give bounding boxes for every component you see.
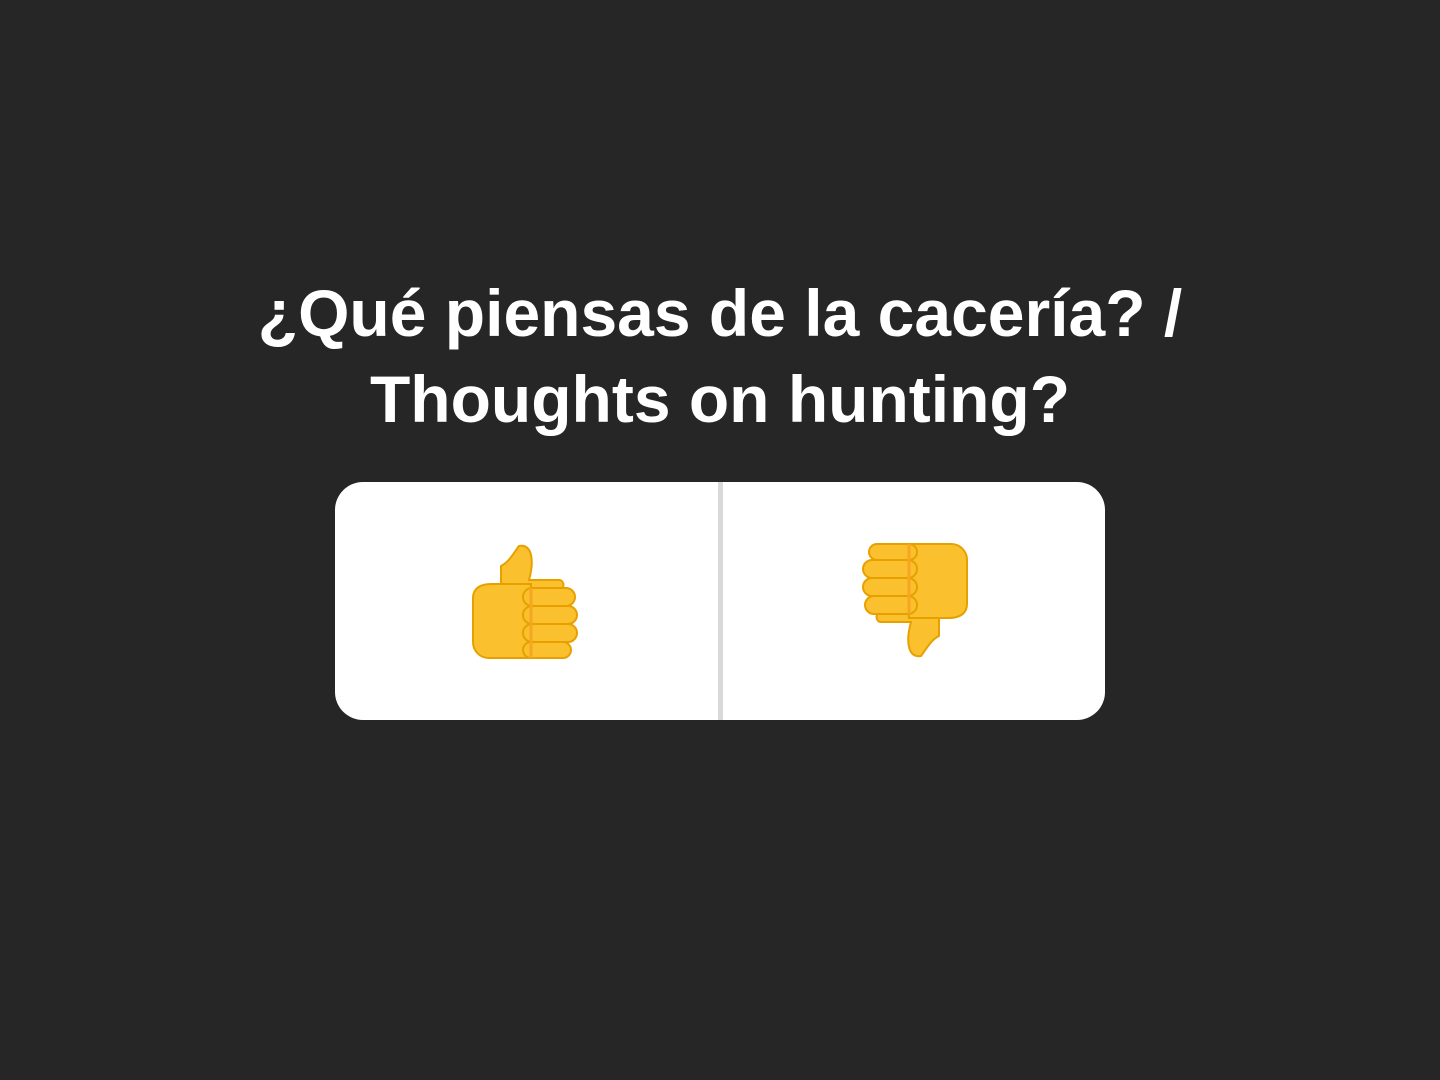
question-line-1: ¿Qué piensas de la cacería? / [257, 276, 1183, 350]
thumbs-up-icon [461, 536, 591, 666]
poll-option-thumbs-down[interactable] [723, 482, 1106, 720]
poll-card [335, 482, 1105, 720]
question-line-2: Thoughts on hunting? [369, 362, 1071, 436]
story-canvas: ¿Qué piensas de la cacería? / Thoughts o… [0, 0, 1440, 1080]
thumbs-down-icon [849, 536, 979, 666]
poll-question: ¿Qué piensas de la cacería? / Thoughts o… [0, 270, 1440, 442]
poll-option-thumbs-up[interactable] [335, 482, 718, 720]
